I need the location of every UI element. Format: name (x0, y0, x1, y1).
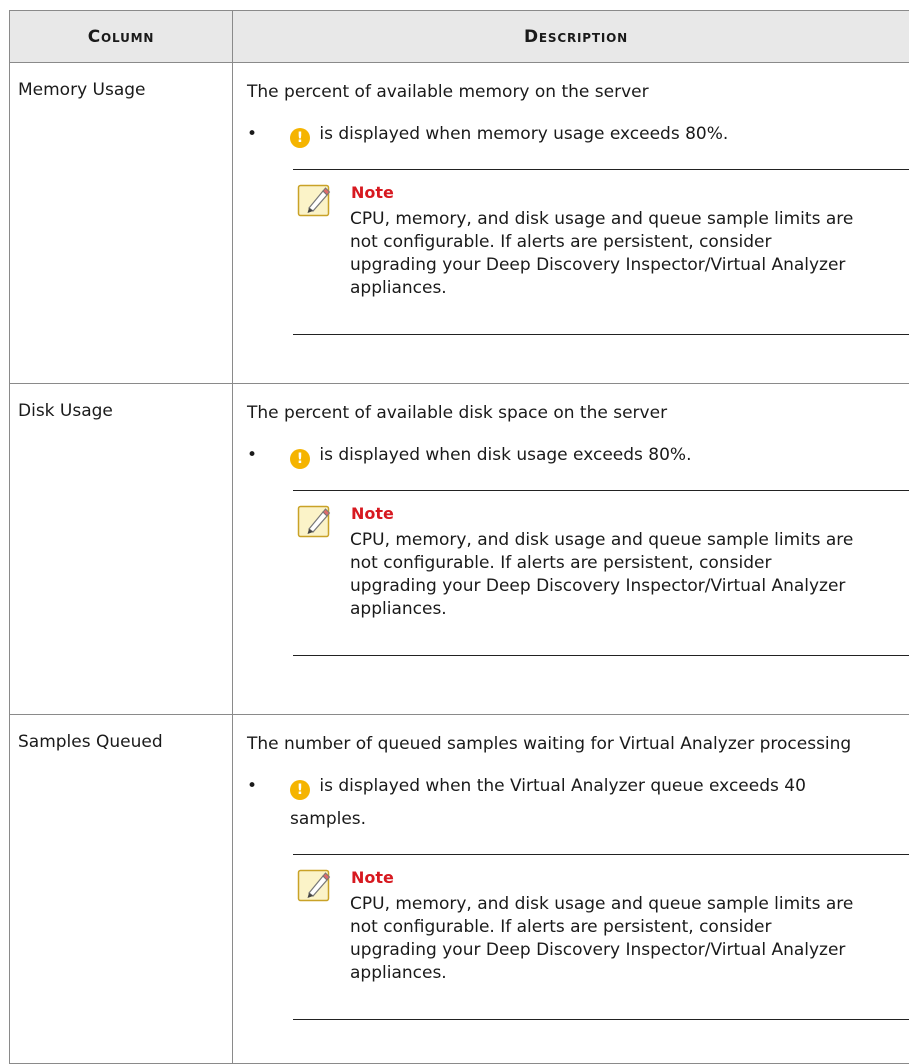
column-name: Memory Usage (18, 80, 146, 100)
description-cell: The percent of available disk space on t… (233, 384, 909, 715)
column-header: Column (10, 11, 233, 63)
bullet-marker: • (247, 770, 257, 803)
note-title: Note (351, 183, 394, 202)
note-line: not configurable. If alerts are persiste… (350, 916, 909, 939)
column-description-table: Column Description Memory Usage The perc… (9, 10, 909, 1064)
note-text: CPU, memory, and disk usage and queue sa… (350, 529, 909, 621)
note-title: Note (351, 868, 394, 887)
table-row: Memory Usage The percent of available me… (10, 63, 909, 384)
note-pencil-icon (297, 867, 333, 903)
note-line: not configurable. If alerts are persiste… (350, 231, 909, 254)
note-line: appliances. (350, 962, 909, 985)
note-line: CPU, memory, and disk usage and queue sa… (350, 208, 909, 231)
note-line: appliances. (350, 277, 909, 300)
note-title: Note (351, 504, 394, 523)
bullet-text: is displayed when disk usage exceeds 80%… (319, 445, 691, 465)
warning-icon: ! (290, 449, 310, 469)
note-text: CPU, memory, and disk usage and queue sa… (350, 208, 909, 300)
note-pencil-icon (297, 503, 333, 539)
note-box: Note CPU, memory, and disk usage and que… (293, 169, 909, 335)
table-row: Disk Usage The percent of available disk… (10, 384, 909, 715)
description-cell: The percent of available memory on the s… (233, 63, 909, 384)
note-box: Note CPU, memory, and disk usage and que… (293, 854, 909, 1020)
column-name: Samples Queued (18, 732, 163, 752)
description-text: The percent of available memory on the s… (247, 81, 909, 103)
description-text: The number of queued samples waiting for… (247, 733, 909, 755)
column-name: Disk Usage (18, 401, 113, 421)
note-line: CPU, memory, and disk usage and queue sa… (350, 893, 909, 916)
bullet-marker: • (247, 439, 257, 472)
note-line: upgrading your Deep Discovery Inspector/… (350, 254, 909, 277)
note-line: appliances. (350, 598, 909, 621)
warning-icon: ! (290, 780, 310, 800)
table-header-row: Column Description (10, 11, 909, 63)
note-line: CPU, memory, and disk usage and queue sa… (350, 529, 909, 552)
column-name-cell: Samples Queued (10, 715, 233, 1064)
table-row: Samples Queued The number of queued samp… (10, 715, 909, 1064)
bullet-text: is displayed when memory usage exceeds 8… (319, 124, 728, 144)
description-header: Description (233, 11, 909, 63)
column-name-cell: Disk Usage (10, 384, 233, 715)
note-line: upgrading your Deep Discovery Inspector/… (350, 575, 909, 598)
note-text: CPU, memory, and disk usage and queue sa… (350, 893, 909, 985)
bullet-item: • ! is displayed when the Virtual Analyz… (247, 770, 850, 836)
description-cell: The number of queued samples waiting for… (233, 715, 909, 1064)
bullet-text: is displayed when the Virtual Analyzer q… (290, 776, 806, 829)
bullet-item: • ! is displayed when disk usage exceeds… (247, 439, 909, 472)
column-name-cell: Memory Usage (10, 63, 233, 384)
bullet-marker: • (247, 118, 257, 151)
note-pencil-icon (297, 182, 333, 218)
note-line: not configurable. If alerts are persiste… (350, 552, 909, 575)
bullet-item: • ! is displayed when memory usage excee… (247, 118, 909, 151)
warning-icon: ! (290, 128, 310, 148)
description-text: The percent of available disk space on t… (247, 402, 909, 424)
note-box: Note CPU, memory, and disk usage and que… (293, 490, 909, 656)
note-line: upgrading your Deep Discovery Inspector/… (350, 939, 909, 962)
